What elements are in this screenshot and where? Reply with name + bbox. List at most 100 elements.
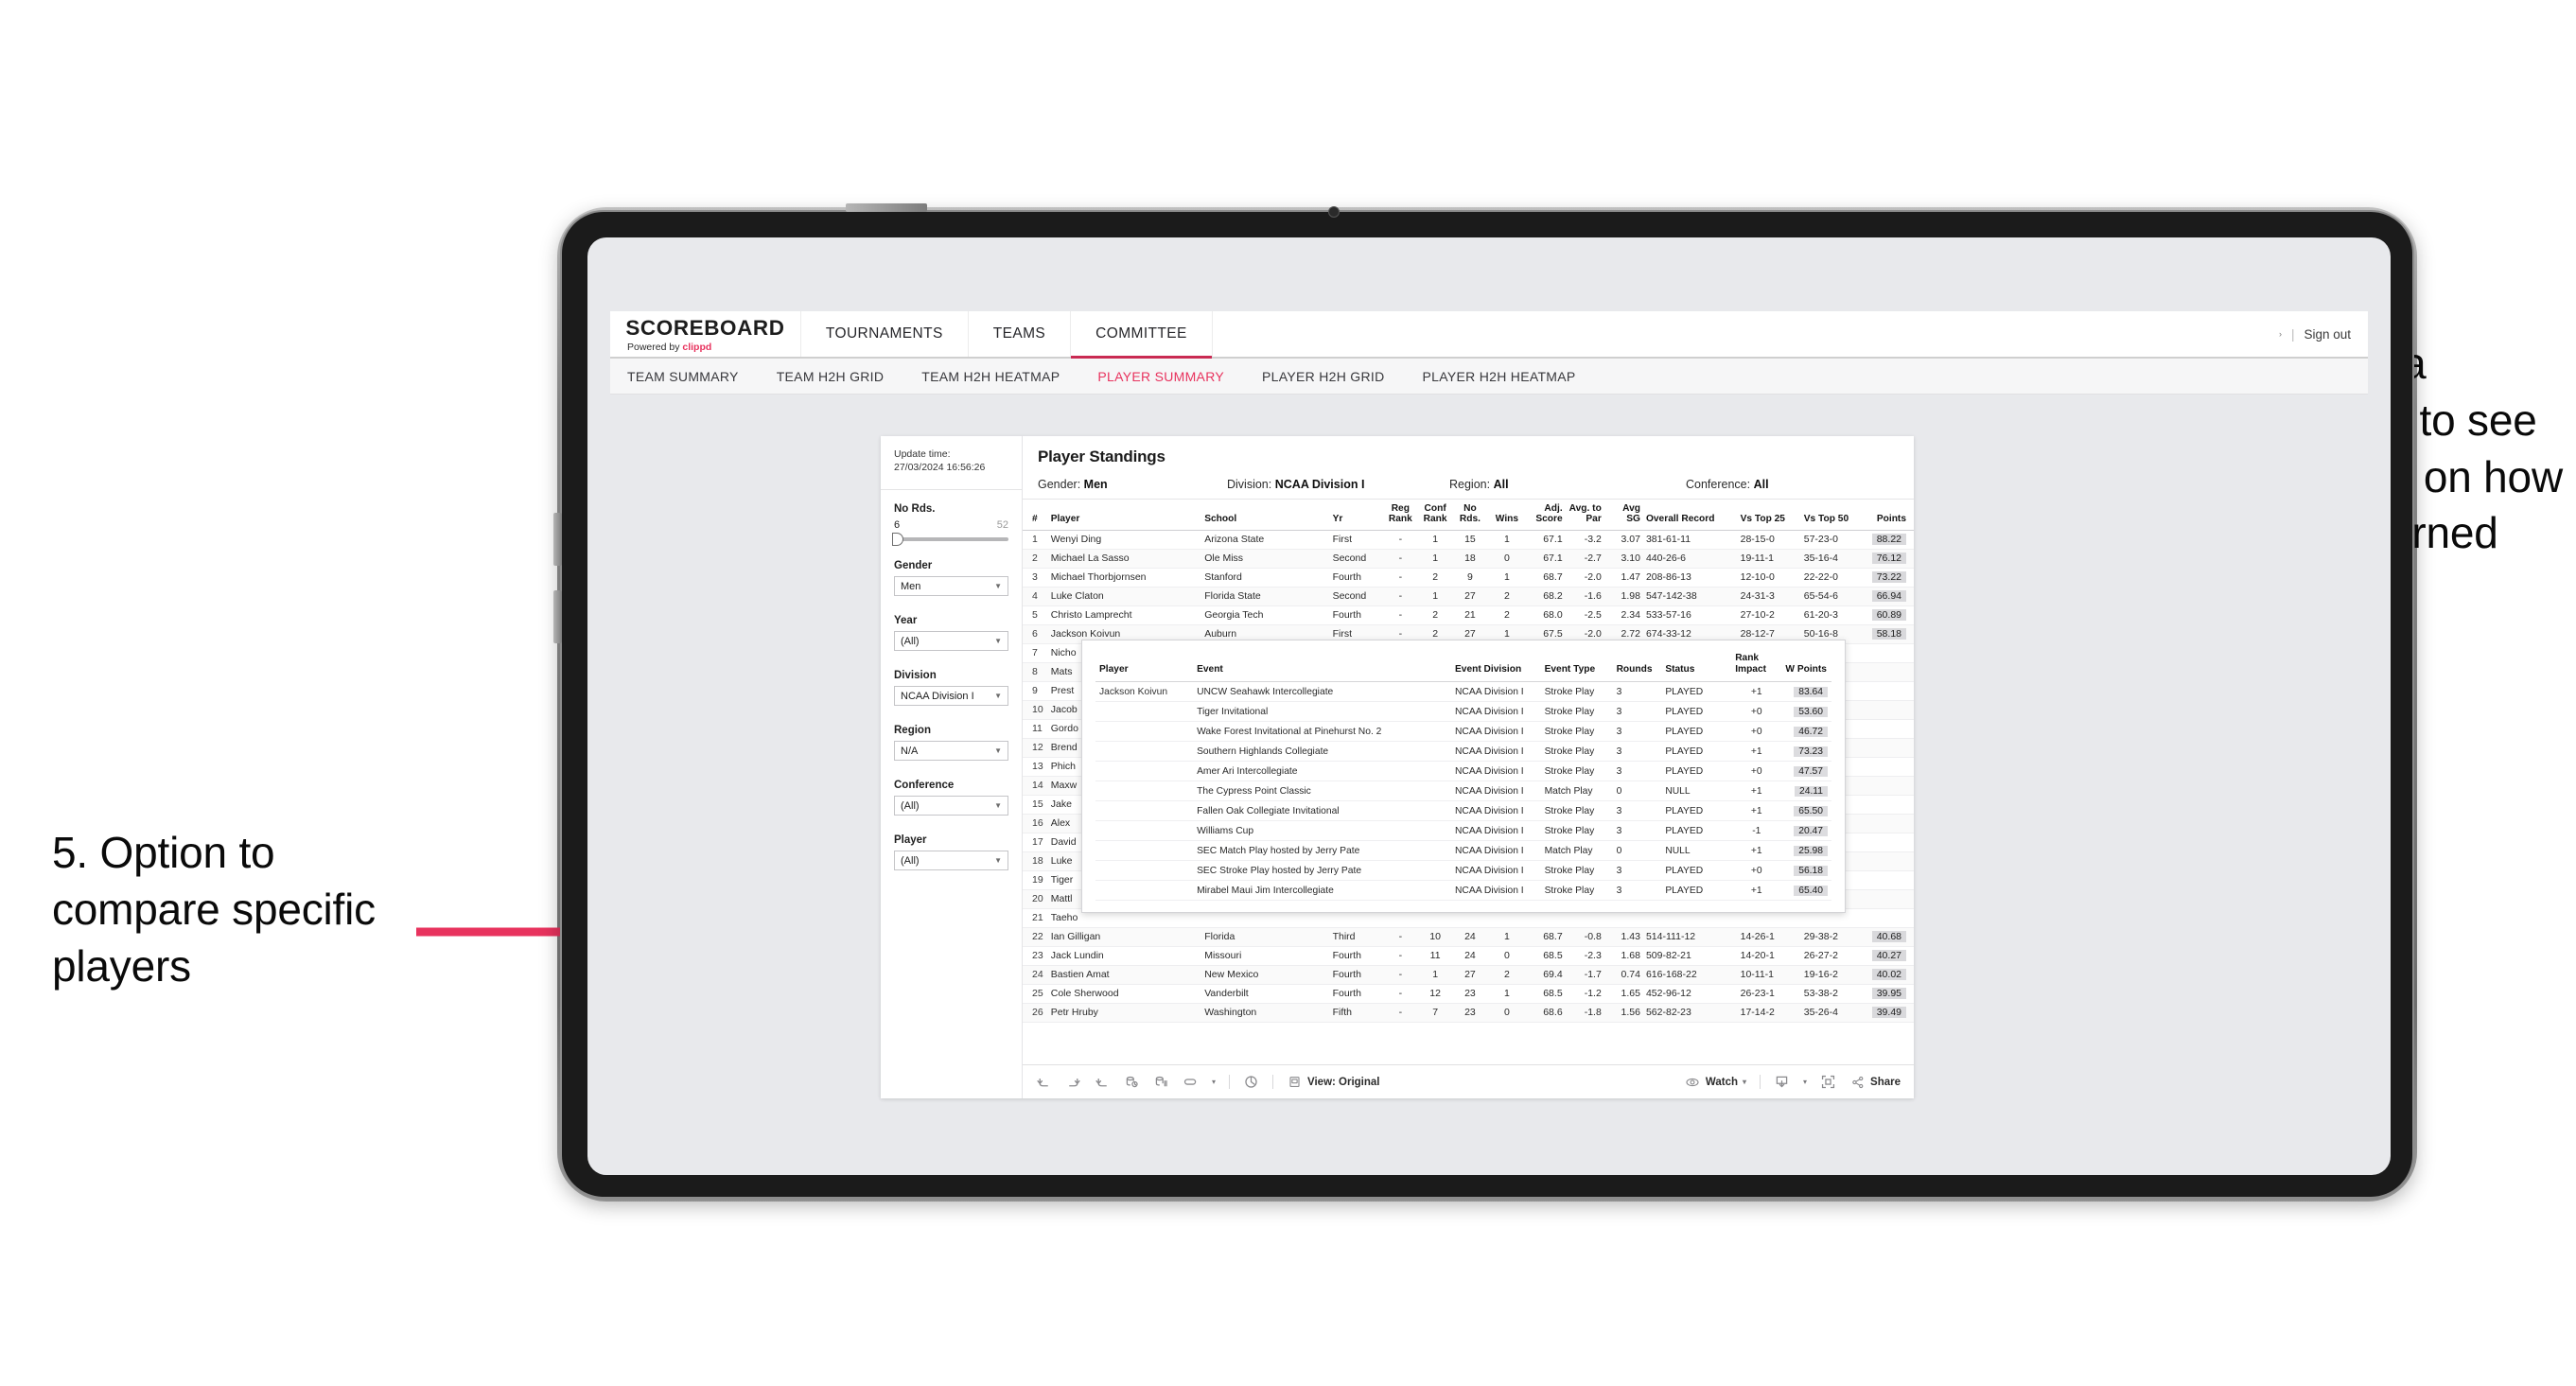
chevron-right-icon[interactable]: › xyxy=(2279,329,2282,339)
pause-auto-update-icon[interactable] xyxy=(1153,1074,1169,1090)
gender-select[interactable]: Men ▼ xyxy=(894,576,1008,597)
fullscreen-icon[interactable] xyxy=(1820,1074,1836,1090)
tab-player-h2h-heatmap[interactable]: PLAYER H2H HEATMAP xyxy=(1423,369,1576,384)
col-avg-to-par[interactable]: Avg. to Par xyxy=(1565,500,1604,531)
cell-points[interactable]: 76.12 xyxy=(1864,549,1914,569)
year-select[interactable]: (All) ▼ xyxy=(894,631,1008,652)
col-vs-top-25[interactable]: Vs Top 25 xyxy=(1737,500,1801,531)
table-row[interactable]: 1 Wenyi Ding Arizona State First -1 15 1 67.1 -3… xyxy=(1023,530,1914,550)
col-vs-top-50[interactable]: Vs Top 50 xyxy=(1800,500,1865,531)
tab-player-summary[interactable]: PLAYER SUMMARY xyxy=(1097,369,1224,384)
nav-item-teams[interactable]: TEAMS xyxy=(969,311,1072,357)
col-adj-score[interactable]: Adj. Score xyxy=(1526,500,1566,531)
points-value[interactable]: 73.22 xyxy=(1871,571,1906,584)
col-school[interactable]: School xyxy=(1201,500,1330,531)
sign-out-link[interactable]: Sign out xyxy=(2304,327,2351,342)
cell-points[interactable] xyxy=(1864,851,1914,871)
col-rank[interactable]: # xyxy=(1023,500,1048,531)
nav-item-committee[interactable]: COMMITTEE xyxy=(1071,311,1213,359)
cell-points[interactable]: 66.94 xyxy=(1864,587,1914,606)
power-button[interactable] xyxy=(846,203,927,212)
cell-points[interactable] xyxy=(1864,719,1914,739)
player-select[interactable]: (All) ▼ xyxy=(894,851,1008,871)
conference-select[interactable]: (All) ▼ xyxy=(894,796,1008,816)
share-button[interactable]: Share xyxy=(1849,1074,1901,1090)
cell-points[interactable] xyxy=(1864,662,1914,682)
table-row[interactable]: 4 Luke Claton Florida State Second -1 27 2 68.2… xyxy=(1023,587,1914,606)
volume-down-button[interactable] xyxy=(553,590,562,643)
cell-points[interactable]: 39.49 xyxy=(1864,1003,1914,1023)
cell-points[interactable] xyxy=(1864,700,1914,720)
col-avg-sg[interactable]: Avg SG xyxy=(1603,500,1643,531)
revert-icon[interactable] xyxy=(1095,1074,1111,1090)
watch-button[interactable]: Watch ▾ xyxy=(1685,1074,1746,1090)
points-value[interactable]: 39.95 xyxy=(1871,988,1906,1000)
cell-points[interactable] xyxy=(1864,776,1914,796)
table-row[interactable]: 24 Bastien Amat New Mexico Fourth -1 27 2 69.4-… xyxy=(1023,965,1914,985)
tab-team-summary[interactable]: TEAM SUMMARY xyxy=(627,369,739,384)
col-no-rds[interactable]: No Rds. xyxy=(1452,500,1488,531)
redo-icon[interactable] xyxy=(1065,1074,1081,1090)
col-points[interactable]: Points xyxy=(1864,500,1914,531)
points-value[interactable]: 58.18 xyxy=(1871,628,1906,640)
table-row[interactable]: 25 Cole Sherwood Vanderbilt Fourth -12 23 1 68.… xyxy=(1023,984,1914,1004)
tab-team-h2h-heatmap[interactable]: TEAM H2H HEATMAP xyxy=(921,369,1060,384)
cell-points[interactable] xyxy=(1864,643,1914,663)
region-select[interactable]: N/A ▼ xyxy=(894,741,1008,762)
points-value[interactable]: 40.68 xyxy=(1871,931,1906,943)
cell-points[interactable] xyxy=(1864,908,1914,928)
undo-icon[interactable] xyxy=(1036,1074,1052,1090)
cell-points[interactable]: 88.22 xyxy=(1864,530,1914,550)
division-select[interactable]: NCAA Division I ▼ xyxy=(894,686,1008,707)
cell-points[interactable]: 39.95 xyxy=(1864,984,1914,1004)
no-rounds-slider[interactable] xyxy=(892,533,1008,547)
download-caret-icon[interactable]: ▾ xyxy=(1803,1078,1807,1086)
tab-player-h2h-grid[interactable]: PLAYER H2H GRID xyxy=(1262,369,1385,384)
cell-points[interactable]: 40.27 xyxy=(1864,946,1914,966)
tab-team-h2h-grid[interactable]: TEAM H2H GRID xyxy=(777,369,885,384)
points-value[interactable]: 40.27 xyxy=(1871,950,1906,962)
cell-points[interactable] xyxy=(1864,833,1914,852)
col-overall-record[interactable]: Overall Record xyxy=(1642,500,1738,531)
download-icon[interactable] xyxy=(1774,1074,1790,1090)
col-player[interactable]: Player xyxy=(1047,500,1202,531)
standings-table-wrapper[interactable]: # Player School Yr Reg Rank Conf Rank No… xyxy=(1023,500,1914,1064)
cell-points[interactable] xyxy=(1864,814,1914,833)
table-row[interactable]: 26 Petr Hruby Washington Fifth -7 23 0 68.6 -1.8… xyxy=(1023,1003,1914,1023)
cell-points[interactable]: 40.02 xyxy=(1864,965,1914,985)
cell-points[interactable] xyxy=(1864,889,1914,909)
col-reg-rank[interactable]: Reg Rank xyxy=(1382,500,1418,531)
brand-logo[interactable]: SCOREBOARD Powered by clippd xyxy=(610,311,801,357)
refresh-options-caret-icon[interactable]: ▾ xyxy=(1212,1078,1216,1086)
slider-handle[interactable] xyxy=(892,533,903,547)
points-value[interactable]: 66.94 xyxy=(1871,590,1906,603)
table-row[interactable]: 3 Michael Thorbjornsen Stanford Fourth -2 9 1 6… xyxy=(1023,568,1914,588)
pause-resume-icon[interactable] xyxy=(1243,1074,1259,1090)
col-yr[interactable]: Yr xyxy=(1329,500,1383,531)
col-conf-rank[interactable]: Conf Rank xyxy=(1417,500,1453,531)
points-value[interactable]: 88.22 xyxy=(1871,534,1906,546)
table-row[interactable]: 23 Jack Lundin Missouri Fourth -11 24 0 68.5 -2.… xyxy=(1023,946,1914,966)
table-row[interactable]: 5 Christo Lamprecht Georgia Tech Fourth -2 21… xyxy=(1023,605,1914,625)
nav-item-tournaments[interactable]: TOURNAMENTS xyxy=(801,311,969,357)
cell-points[interactable]: 73.22 xyxy=(1864,568,1914,588)
cell-points[interactable] xyxy=(1864,757,1914,777)
view-original-button[interactable]: View: Original xyxy=(1287,1074,1380,1090)
cell-points[interactable] xyxy=(1864,738,1914,758)
cell-points[interactable]: 58.18 xyxy=(1864,624,1914,644)
refresh-data-icon[interactable] xyxy=(1124,1074,1140,1090)
cell-points[interactable]: 40.68 xyxy=(1864,927,1914,947)
col-wins[interactable]: Wins xyxy=(1487,500,1527,531)
points-value[interactable]: 40.02 xyxy=(1871,969,1906,981)
cell-points[interactable] xyxy=(1864,870,1914,890)
refresh-loop-icon[interactable] xyxy=(1183,1074,1199,1090)
points-value[interactable]: 76.12 xyxy=(1871,553,1906,565)
cell-points[interactable]: 60.89 xyxy=(1864,605,1914,625)
watch-caret-icon[interactable]: ▾ xyxy=(1743,1078,1746,1086)
points-value[interactable]: 39.49 xyxy=(1871,1007,1906,1019)
table-row[interactable]: 2 Michael La Sasso Ole Miss Second -1 18 0 67.1… xyxy=(1023,549,1914,569)
volume-up-button[interactable] xyxy=(553,513,562,566)
cell-points[interactable] xyxy=(1864,795,1914,815)
points-value[interactable]: 60.89 xyxy=(1871,609,1906,622)
table-row[interactable]: 22 Ian Gilligan Florida Third -10 24 1 68.7 -0.8… xyxy=(1023,927,1914,947)
